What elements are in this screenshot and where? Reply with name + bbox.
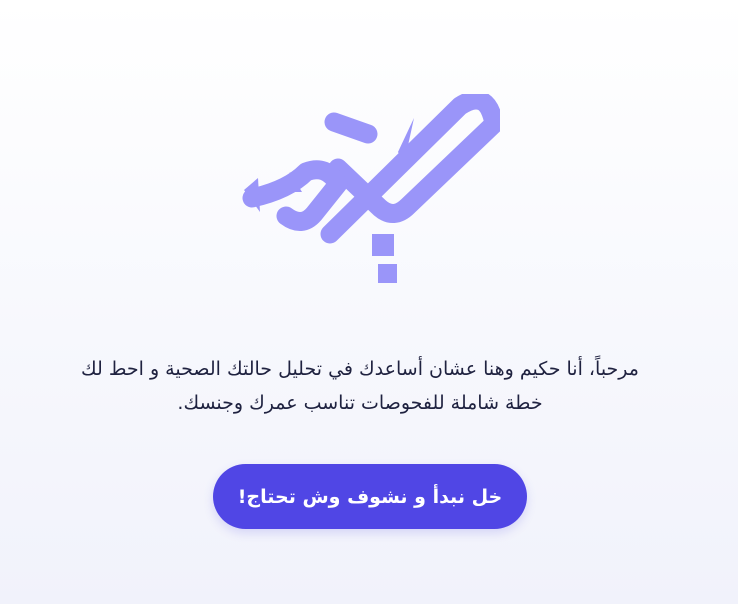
start-button[interactable]: خل نبدأ و نشوف وش تحتاج! <box>213 464 527 529</box>
intro-message: مرحباً، أنا حكيم وهنا عشان أساعدك في تحل… <box>81 358 639 414</box>
hakeem-logo <box>238 94 500 284</box>
